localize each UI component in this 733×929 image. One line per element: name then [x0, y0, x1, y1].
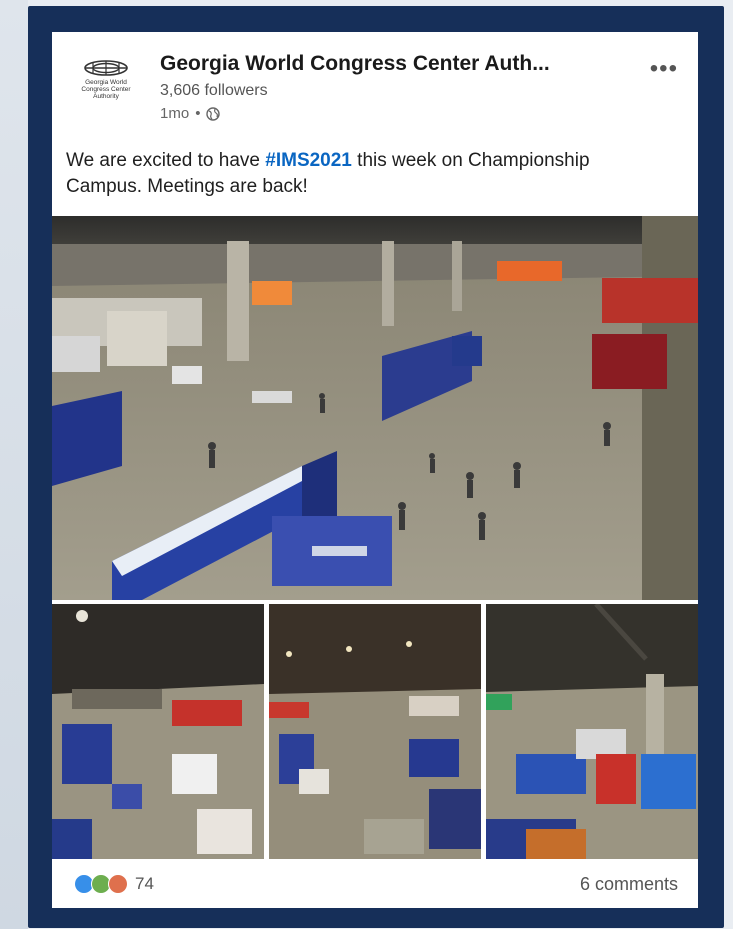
comments-link[interactable]: 6 comments: [580, 874, 678, 895]
logo-text: Georgia World Congress Center Authority: [81, 79, 131, 100]
love-icon: [108, 874, 128, 894]
author-name[interactable]: Georgia World Congress Center Auth...: [160, 52, 630, 76]
company-logo[interactable]: Georgia World Congress Center Authority: [76, 58, 136, 114]
post-footer: 74 6 comments: [52, 860, 698, 908]
follower-count: 3,606 followers: [160, 82, 268, 99]
reaction-count: 74: [135, 874, 154, 893]
meta-separator: •: [195, 105, 201, 122]
photo-thumb-1[interactable]: [52, 604, 264, 859]
post-header: Georgia World Congress Center Authority …: [52, 32, 698, 132]
photo-main[interactable]: [52, 216, 698, 600]
expo-hall-image: [52, 604, 264, 859]
reactions-summary[interactable]: 74: [74, 874, 154, 894]
post-text: We are excited to have #IMS2021 this wee…: [66, 148, 666, 200]
more-options-button[interactable]: •••: [650, 57, 678, 81]
post-frame: Georgia World Congress Center Authority …: [28, 6, 724, 928]
post-time: 1mo: [160, 105, 190, 122]
expo-hall-image: [52, 216, 698, 600]
expo-hall-image: [486, 604, 698, 859]
expo-hall-image: [269, 604, 481, 859]
globe-icon: [206, 106, 221, 121]
hashtag-link[interactable]: #IMS2021: [265, 150, 352, 171]
photo-thumb-3[interactable]: [486, 604, 698, 859]
post-card: Georgia World Congress Center Authority …: [52, 32, 698, 908]
post-meta: 1mo •: [160, 105, 221, 122]
photo-thumb-2[interactable]: [269, 604, 481, 859]
page-background: [0, 0, 28, 929]
post-text-start: We are excited to have: [66, 150, 266, 171]
logo-mark-icon: [84, 60, 128, 76]
